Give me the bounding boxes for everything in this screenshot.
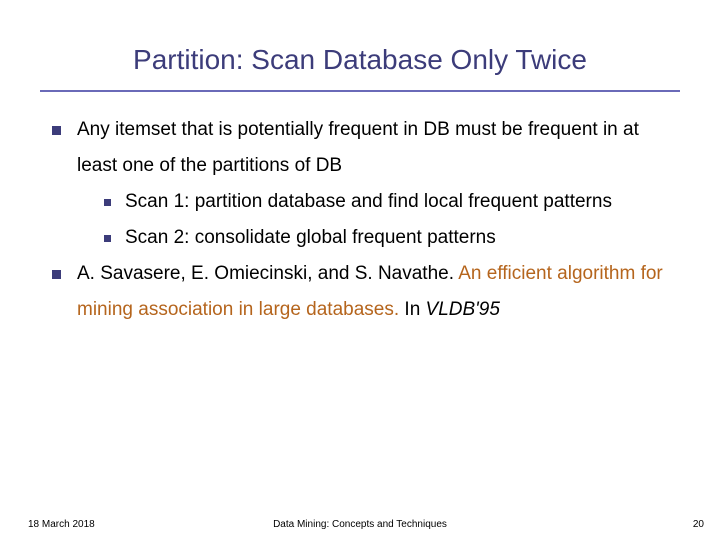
bullet-square-small-icon — [104, 199, 111, 206]
bullet-square-icon — [52, 126, 61, 135]
slide-title: Partition: Scan Database Only Twice — [0, 0, 720, 90]
bullet-square-icon — [52, 270, 61, 279]
citation-in: In — [399, 299, 425, 320]
bullet-text-citation: A. Savasere, E. Omiecinski, and S. Navat… — [77, 256, 668, 328]
bullet-level2: Scan 1: partition database and find loca… — [52, 184, 668, 220]
footer-title: Data Mining: Concepts and Techniques — [0, 519, 720, 530]
bullet-level2: Scan 2: consolidate global frequent patt… — [52, 220, 668, 256]
slide: Partition: Scan Database Only Twice Any … — [0, 0, 720, 540]
footer-page-number: 20 — [693, 519, 704, 530]
bullet-text: Any itemset that is potentially frequent… — [77, 112, 668, 184]
bullet-text: Scan 1: partition database and find loca… — [125, 184, 612, 220]
bullet-level1: Any itemset that is potentially frequent… — [52, 112, 668, 184]
citation-venue: VLDB'95 — [426, 299, 500, 320]
bullet-square-small-icon — [104, 235, 111, 242]
bullet-text: Scan 2: consolidate global frequent patt… — [125, 220, 496, 256]
content-area: Any itemset that is potentially frequent… — [0, 92, 720, 329]
bullet-level1: A. Savasere, E. Omiecinski, and S. Navat… — [52, 256, 668, 328]
citation-authors: A. Savasere, E. Omiecinski, and S. Navat… — [77, 263, 458, 284]
